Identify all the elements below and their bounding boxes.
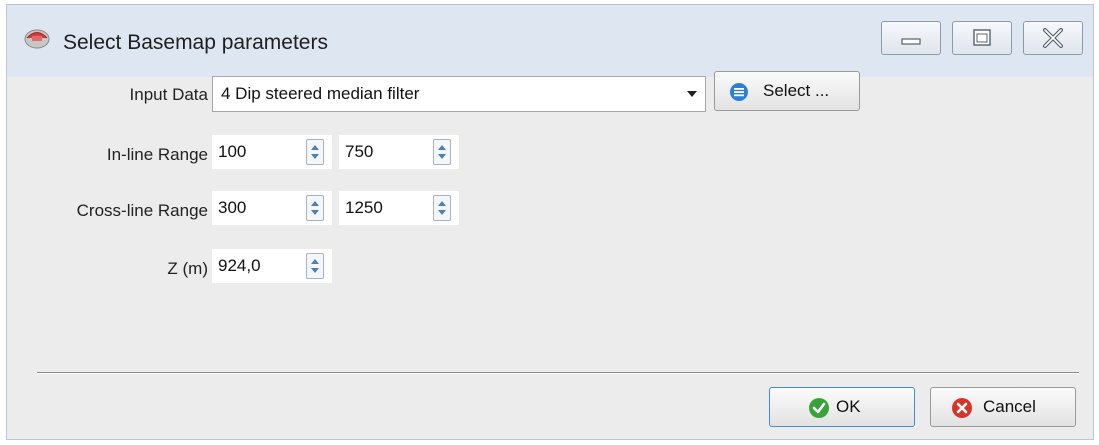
cancel-button-label: Cancel [983,397,1036,416]
select-button-label: Select ... [763,81,830,100]
close-icon [1043,28,1063,48]
cancel-button[interactable]: Cancel [930,387,1076,427]
crossline-range-label: Cross-line Range [76,201,208,220]
spin-arrows-icon [311,259,319,273]
maximize-icon [973,29,991,46]
spin-arrows-icon [438,201,446,215]
z-field[interactable]: 924,0 [212,249,332,283]
input-data-value: 4 Dip steered median filter [221,84,420,103]
inline-range-to-field[interactable]: 750 [339,135,459,169]
crossline-range-to-field[interactable]: 1250 [339,191,459,225]
minimize-button[interactable] [881,21,941,55]
spin-arrows-icon [311,145,319,159]
input-data-dropdown[interactable]: 4 Dip steered median filter [212,76,706,112]
crossline-from-stepper[interactable] [306,195,324,221]
crossline-range-from-field[interactable]: 300 [212,191,332,225]
maximize-button[interactable] [952,21,1012,55]
select-button[interactable]: Select ... [714,71,860,111]
inline-range-from-field[interactable]: 100 [212,135,332,169]
footer-divider [37,372,1079,374]
spin-arrows-icon [438,145,446,159]
minimize-icon [901,38,921,45]
input-data-label: Input Data [129,85,208,104]
chevron-down-icon [687,91,697,97]
inline-from-stepper[interactable] [306,139,324,165]
title-bar[interactable]: Select Basemap parameters [7,5,1093,77]
inline-range-label: In-line Range [106,145,208,164]
close-button[interactable] [1023,21,1083,55]
crossline-range-to-value: 1250 [345,198,383,217]
spin-arrows-icon [311,201,319,215]
basemap-dialog: Select Basemap parameters Input Data 4 D… [6,4,1094,440]
cancel-icon [952,398,972,418]
z-stepper[interactable] [306,253,324,279]
z-value: 924,0 [218,256,261,275]
crossline-to-stepper[interactable] [433,195,451,221]
ok-button-label: OK [836,397,861,416]
inline-to-stepper[interactable] [433,139,451,165]
crossline-range-from-value: 300 [218,198,247,217]
window-title: Select Basemap parameters [63,31,328,54]
inline-range-to-value: 750 [345,142,374,161]
ok-button[interactable]: OK [769,387,915,427]
check-icon [809,398,829,418]
app-logo-icon [24,29,50,49]
list-icon [730,83,748,101]
z-label: Z (m) [167,259,208,278]
inline-range-from-value: 100 [218,142,247,161]
